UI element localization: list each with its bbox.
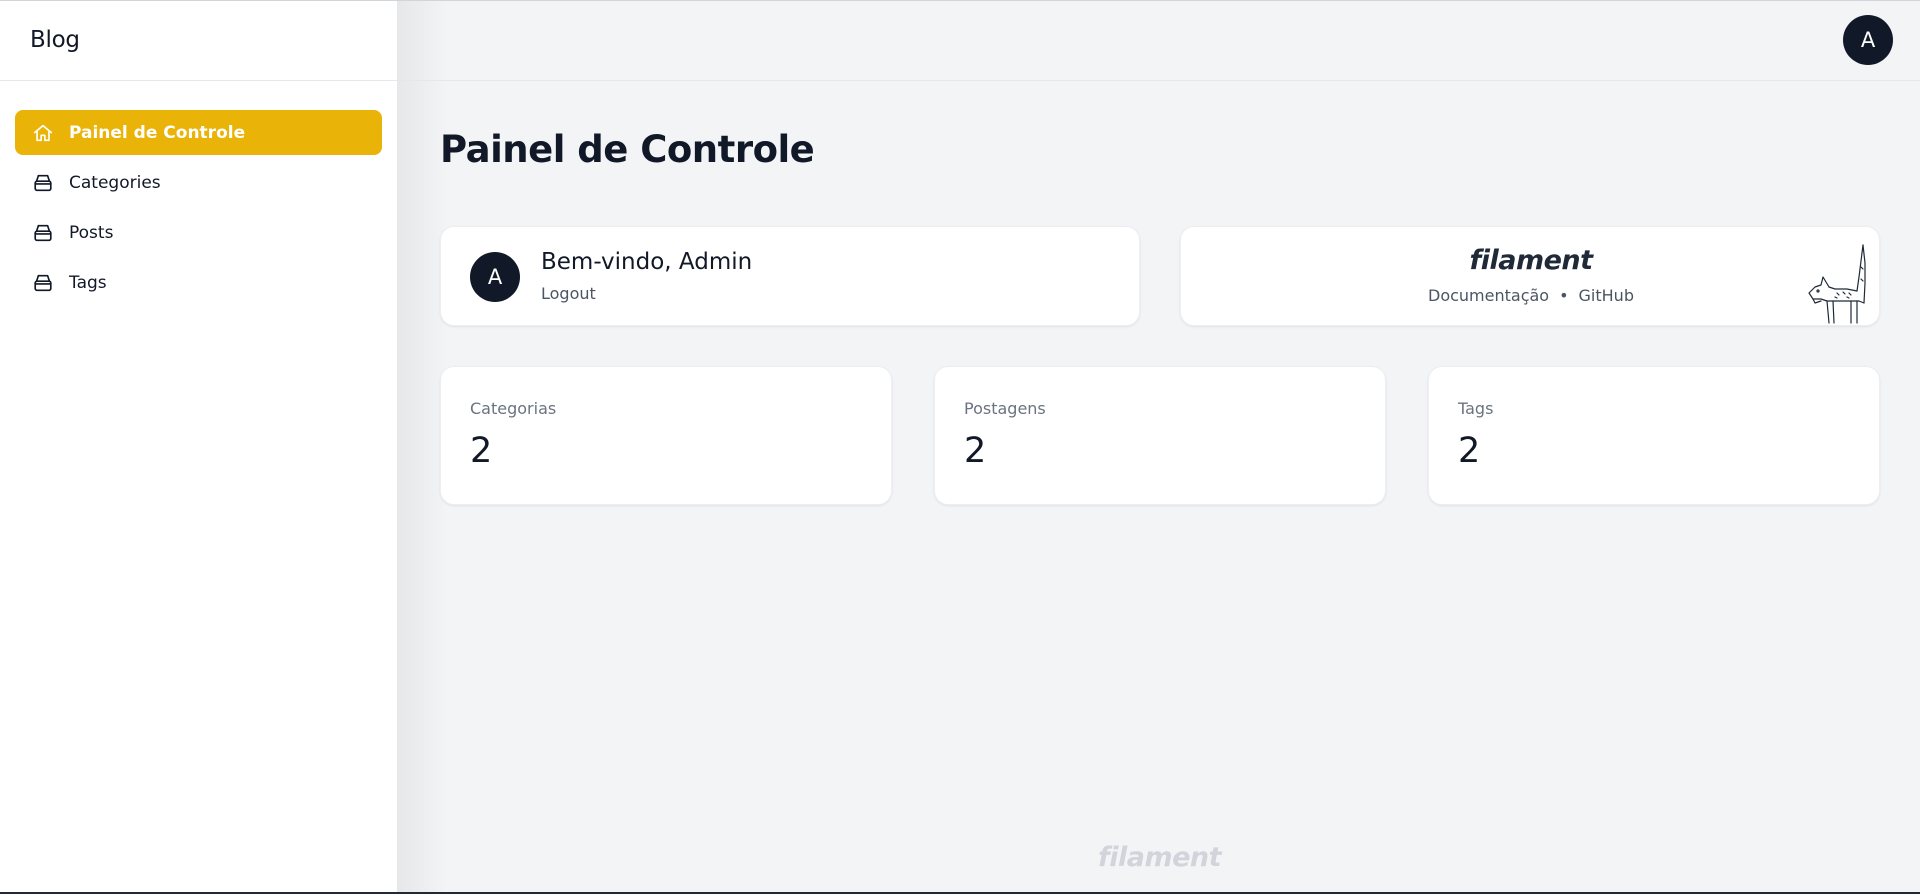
logout-button[interactable]: Logout [541,284,596,303]
welcome-title: Bem-vindo, Admin [541,249,753,275]
welcome-card: A Bem-vindo, Admin Logout [440,226,1140,326]
sidebar: Blog Painel de Controle Categories Posts… [0,0,398,894]
user-menu-avatar[interactable]: A [1843,15,1893,65]
stat-value: 2 [470,431,493,471]
home-icon [31,121,55,145]
footer-filament-logo[interactable]: filament [399,842,1920,873]
stat-value: 2 [964,431,987,471]
archive-icon [31,271,55,295]
sidebar-nav: Painel de Controle Categories Posts Tags [0,81,397,305]
stat-card-posts: Postagens 2 [934,366,1386,505]
sidebar-item-tags[interactable]: Tags [15,260,382,305]
topbar: A [399,0,1920,81]
github-link[interactable]: GitHub [1579,286,1634,305]
sidebar-item-label: Categories [69,172,161,193]
stat-label: Tags [1458,399,1494,418]
stat-label: Postagens [964,399,1046,418]
sidebar-item-dashboard[interactable]: Painel de Controle [15,110,382,155]
archive-icon [31,221,55,245]
sidebar-header: Blog [0,0,397,81]
filament-info-card: filament Documentação • GitHub [1180,226,1880,326]
avatar: A [470,252,520,302]
documentation-link[interactable]: Documentação [1428,286,1549,305]
sidebar-item-label: Tags [69,272,107,293]
stat-card-tags: Tags 2 [1428,366,1880,505]
filament-logo[interactable]: filament [1181,245,1879,276]
sidebar-item-posts[interactable]: Posts [15,210,382,255]
link-separator: • [1559,286,1569,305]
sidebar-item-categories[interactable]: Categories [15,160,382,205]
stat-value: 2 [1458,431,1481,471]
filament-links: Documentação • GitHub [1181,286,1879,305]
brand-name[interactable]: Blog [30,27,80,53]
archive-icon [31,171,55,195]
sidebar-item-label: Posts [69,222,114,243]
page-title: Painel de Controle [440,128,815,171]
stat-label: Categorias [470,399,557,418]
stat-card-categories: Categorias 2 [440,366,892,505]
sidebar-item-label: Painel de Controle [69,122,246,143]
window-top-border [0,0,1920,1]
dog-illustration-icon [1808,244,1866,324]
